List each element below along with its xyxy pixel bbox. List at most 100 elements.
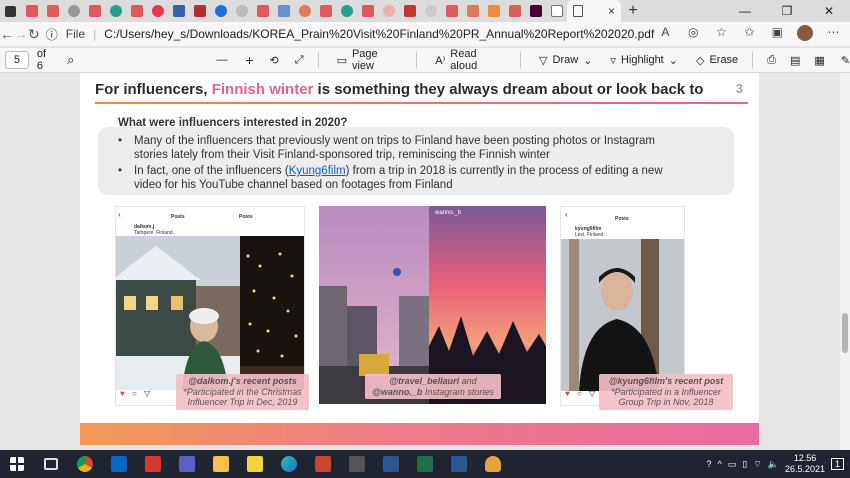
tab-favicon-14[interactable] (294, 0, 315, 22)
read-mode-icon[interactable]: A (654, 25, 676, 44)
save-icon[interactable]: ▤ (790, 54, 800, 67)
fit-page-icon[interactable]: ⤢ (295, 54, 304, 67)
save-as-icon[interactable]: ▦ (814, 54, 824, 67)
url-text[interactable]: C:/Users/hey_s/Downloads/KOREA_Prain%20V… (104, 27, 654, 41)
bullet-item-1: • Many of the influencers that previousl… (118, 135, 655, 161)
tab-favicon-12[interactable] (252, 0, 273, 22)
tab-favicon-4[interactable] (84, 0, 105, 22)
tab-favicon-22[interactable] (462, 0, 483, 22)
page-total: of 6 (36, 48, 47, 72)
kyung6film-link[interactable]: Kyung6film (289, 165, 346, 177)
active-tab[interactable]: × (567, 0, 621, 22)
powerpoint-icon[interactable] (306, 450, 340, 478)
tab-favicon-10[interactable] (210, 0, 231, 22)
print-icon[interactable]: ⎙ (767, 54, 776, 67)
network-icon[interactable]: ▭ (728, 459, 737, 470)
start-icon[interactable] (0, 450, 34, 478)
minimize-icon[interactable]: — (724, 4, 766, 18)
tab-favicon-16[interactable] (336, 0, 357, 22)
tab-favicon-7[interactable] (147, 0, 168, 22)
battery-icon[interactable]: ▯ (742, 459, 747, 470)
tab-favicon-13[interactable] (273, 0, 294, 22)
notification-center-icon[interactable]: 1 (830, 458, 844, 470)
toolbar-divider (416, 52, 418, 68)
zoom-out-button[interactable]: — (216, 54, 227, 66)
chevron-down-icon[interactable]: ⌄ (583, 54, 592, 67)
info-icon[interactable]: ⓘ (46, 26, 58, 43)
file-explorer-icon[interactable] (204, 450, 238, 478)
pin-toolbar-icon[interactable]: ✎ (841, 54, 850, 67)
outlook-icon[interactable] (102, 450, 136, 478)
tab-favicon-26[interactable] (546, 0, 567, 22)
page-number-input[interactable]: 5 (5, 51, 29, 69)
tab-favicon-3[interactable] (63, 0, 84, 22)
edge-icon[interactable] (272, 450, 306, 478)
clock[interactable]: 12.56 26.5.2021 (785, 453, 825, 475)
app-shield-icon[interactable] (136, 450, 170, 478)
tab-favicon-9[interactable] (189, 0, 210, 22)
tab-favicon-6[interactable] (126, 0, 147, 22)
tab-favicon-23[interactable] (483, 0, 504, 22)
rotate-icon[interactable]: ⟲ (270, 54, 279, 67)
back-chevron-icon[interactable]: ‹ (565, 210, 568, 219)
read-aloud-button[interactable]: A⁾ Read aloud (435, 48, 506, 72)
excel-icon[interactable] (408, 450, 442, 478)
comment-icon[interactable]: ○ (132, 389, 137, 398)
volume-icon[interactable]: 🔈 (768, 459, 779, 470)
page-view-button[interactable]: ▭ Page view (337, 48, 403, 72)
tab-favicon-18[interactable] (378, 0, 399, 22)
tab-favicon-2[interactable] (42, 0, 63, 22)
chevron-up-icon[interactable]: ^ (718, 459, 722, 469)
url-field[interactable]: ⓘ File | C:/Users/hey_s/Downloads/KOREA_… (46, 26, 655, 43)
erase-button[interactable]: ◇ Erase (696, 54, 738, 67)
tab-favicon-21[interactable] (441, 0, 462, 22)
wifi-icon[interactable]: ⌔ (753, 459, 761, 470)
tracking-icon[interactable]: ◎ (682, 25, 704, 44)
tab-favicon-5[interactable] (105, 0, 126, 22)
back-arrow-icon[interactable]: ← (0, 26, 14, 42)
notification-bell-icon[interactable] (476, 450, 510, 478)
restore-icon[interactable]: ❐ (766, 4, 808, 18)
task-view-icon[interactable] (34, 450, 68, 478)
search-icon[interactable]: ⌕ (67, 52, 74, 68)
favorite-star-icon[interactable]: ☆ (710, 25, 732, 44)
new-tab-button[interactable]: + (621, 2, 645, 20)
share-icon[interactable]: ▽ (144, 389, 150, 398)
tab-favicon-17[interactable] (357, 0, 378, 22)
tab-favicon-11[interactable] (231, 0, 252, 22)
draw-button[interactable]: ▽ Draw ⌄ (539, 54, 592, 67)
word-icon[interactable] (374, 450, 408, 478)
highlight-button[interactable]: ▿ Highlight ⌄ (610, 54, 678, 67)
sticky-notes-icon[interactable] (238, 450, 272, 478)
tab-favicon-20[interactable] (420, 0, 441, 22)
collections-icon[interactable]: ▣ (766, 25, 788, 44)
refresh-icon[interactable]: ↻ (28, 26, 40, 43)
close-window-icon[interactable]: ✕ (808, 4, 850, 18)
tab-favicon-25[interactable] (525, 0, 546, 22)
forward-arrow-icon[interactable]: → (14, 26, 28, 42)
caption-stories: @travel_bellauri and @wanno._b Instagram… (365, 374, 501, 399)
help-icon[interactable]: ? (707, 459, 712, 469)
back-chevron-icon[interactable]: ‹ (118, 210, 121, 219)
tab-favicon-15[interactable] (315, 0, 336, 22)
tab-favicon-19[interactable] (399, 0, 420, 22)
favorites-icon[interactable]: ✩ (738, 25, 760, 44)
vertical-scrollbar[interactable] (840, 73, 850, 450)
tab-favicon-1[interactable] (21, 0, 42, 22)
zoom-in-button[interactable]: + (245, 52, 253, 68)
browser-menu-icon[interactable] (0, 0, 21, 22)
tab-favicon-24[interactable] (504, 0, 525, 22)
profile-avatar[interactable] (794, 24, 816, 44)
calculator-icon[interactable] (340, 450, 374, 478)
teams-icon[interactable] (170, 450, 204, 478)
scrollbar-thumb[interactable] (842, 313, 848, 353)
heart-icon[interactable]: ♥ (120, 389, 125, 398)
toolbar-divider (317, 52, 319, 68)
tab-favicon-8[interactable] (168, 0, 189, 22)
chrome-icon[interactable] (68, 450, 102, 478)
word-icon-2[interactable] (442, 450, 476, 478)
story-username: wanno._b (435, 210, 462, 216)
more-menu-icon[interactable]: ⋯ (822, 25, 844, 44)
close-tab-icon[interactable]: × (608, 4, 615, 18)
chevron-down-icon[interactable]: ⌄ (669, 54, 678, 67)
